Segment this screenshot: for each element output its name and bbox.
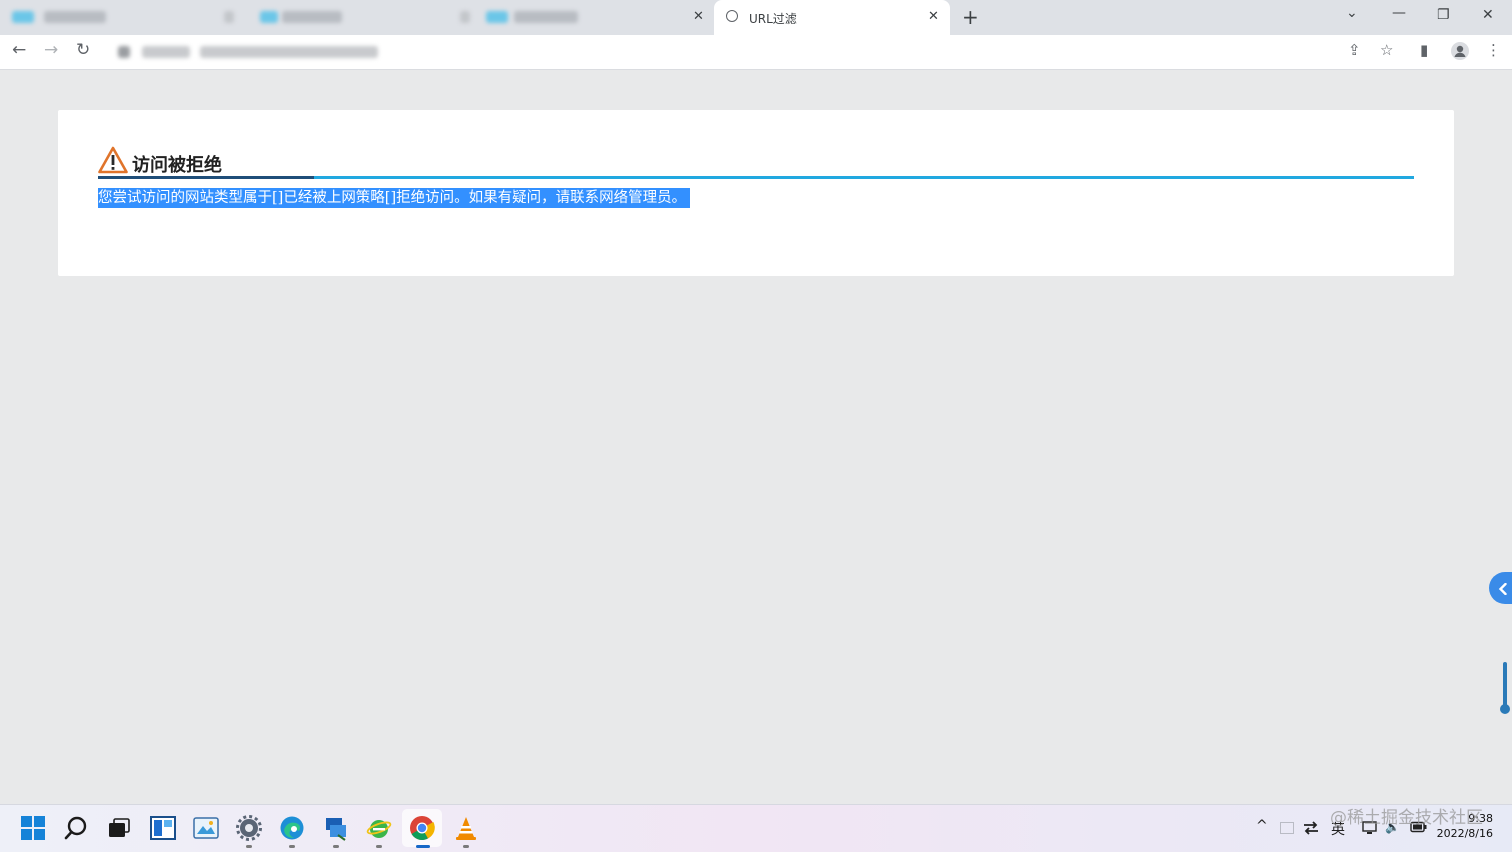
remote-desktop-icon[interactable]	[323, 815, 349, 841]
tab-blurred-2[interactable]	[224, 0, 466, 35]
side-panel-icon[interactable]: ▮	[1420, 41, 1428, 59]
close-window-button[interactable]: ✕	[1482, 7, 1494, 23]
address-bar[interactable]	[108, 38, 1338, 66]
ie-browser-icon[interactable]	[366, 815, 392, 841]
tab-close-icon[interactable]: ✕	[693, 9, 704, 24]
tab-close-icon[interactable]: ✕	[928, 9, 939, 24]
forward-button[interactable]: →	[44, 40, 58, 60]
running-indicator	[289, 845, 295, 848]
tab-search-dropdown-icon[interactable]: ⌄	[1346, 5, 1358, 21]
tray-overflow-icon[interactable]: ^	[1256, 818, 1268, 834]
back-button[interactable]: ←	[12, 40, 26, 60]
running-indicator	[463, 845, 469, 848]
tab-separator	[224, 11, 234, 23]
tab-favicon-blurred	[12, 11, 34, 23]
tab-title-blurred	[514, 11, 578, 23]
scroll-indicator-knob[interactable]	[1500, 704, 1510, 714]
browser-toolbar: ← → ↻ ⇪ ☆ ▮ ⋮	[0, 35, 1512, 70]
block-page-card: 访问被拒绝 您尝试访问的网站类型属于[]已经被上网策略[]拒绝访问。如果有疑问，…	[58, 110, 1454, 276]
title-underline-light	[314, 176, 1414, 179]
tab-favicon-blurred	[260, 11, 278, 23]
minimize-button[interactable]: —	[1392, 5, 1406, 21]
task-view-icon[interactable]	[106, 815, 132, 841]
watermark: @稀土掘金技术社区	[1330, 808, 1483, 828]
tab-url-filter[interactable]: URL过滤 ✕	[714, 0, 950, 35]
tab-title-blurred	[282, 11, 342, 23]
search-icon[interactable]	[63, 815, 89, 841]
globe-icon	[726, 10, 738, 22]
warning-icon	[98, 146, 128, 174]
menu-kebab-icon[interactable]: ⋮	[1486, 41, 1501, 59]
tab-separator	[460, 11, 470, 23]
running-indicator	[376, 845, 382, 848]
settings-gear-icon[interactable]	[236, 815, 262, 841]
new-tab-button[interactable]: +	[962, 5, 979, 29]
tab-title-blurred	[44, 11, 106, 23]
site-info-icon[interactable]	[118, 46, 130, 58]
running-indicator	[246, 845, 252, 848]
windows-start-icon[interactable]	[20, 815, 46, 841]
active-app-indicator	[416, 845, 430, 848]
person-icon	[1454, 45, 1466, 57]
page-title: 访问被拒绝	[132, 155, 222, 176]
bookmark-star-icon[interactable]: ☆	[1380, 41, 1393, 59]
tab-title: URL过滤	[749, 12, 797, 26]
tab-blurred-1[interactable]	[0, 0, 230, 35]
running-indicator	[333, 845, 339, 848]
chrome-browser-icon[interactable]	[409, 815, 435, 841]
profile-avatar-icon[interactable]	[1451, 42, 1469, 60]
url-blurred	[142, 46, 190, 58]
side-expand-button[interactable]	[1489, 572, 1512, 604]
tab-favicon-blurred	[486, 11, 508, 23]
chevron-left-icon	[1498, 582, 1507, 595]
edge-browser-icon[interactable]	[279, 815, 305, 841]
tray-app-icon[interactable]	[1280, 822, 1294, 834]
share-icon[interactable]: ⇪	[1348, 41, 1361, 59]
tab-strip: ✕ URL过滤 ✕ + ⌄ — ❐ ✕	[0, 0, 1512, 35]
title-underline-dark	[98, 176, 314, 179]
taskbar: ^ 英 🔈 9:38 2022/8/16	[0, 804, 1512, 852]
clock-date: 2022/8/16	[1436, 827, 1493, 840]
tray-sync-icon[interactable]	[1303, 821, 1319, 835]
restore-button[interactable]: ❐	[1437, 7, 1450, 23]
tab-blurred-3[interactable]: ✕	[460, 0, 714, 35]
denial-message: 您尝试访问的网站类型属于[]已经被上网策略[]拒绝访问。如果有疑问，请联系网络管…	[98, 188, 691, 208]
photos-icon[interactable]	[193, 815, 219, 841]
url-blurred	[200, 46, 378, 58]
widgets-icon[interactable]	[150, 815, 176, 841]
reload-button[interactable]: ↻	[76, 40, 90, 60]
vlc-player-icon[interactable]	[453, 815, 479, 841]
scroll-indicator[interactable]	[1503, 662, 1507, 710]
